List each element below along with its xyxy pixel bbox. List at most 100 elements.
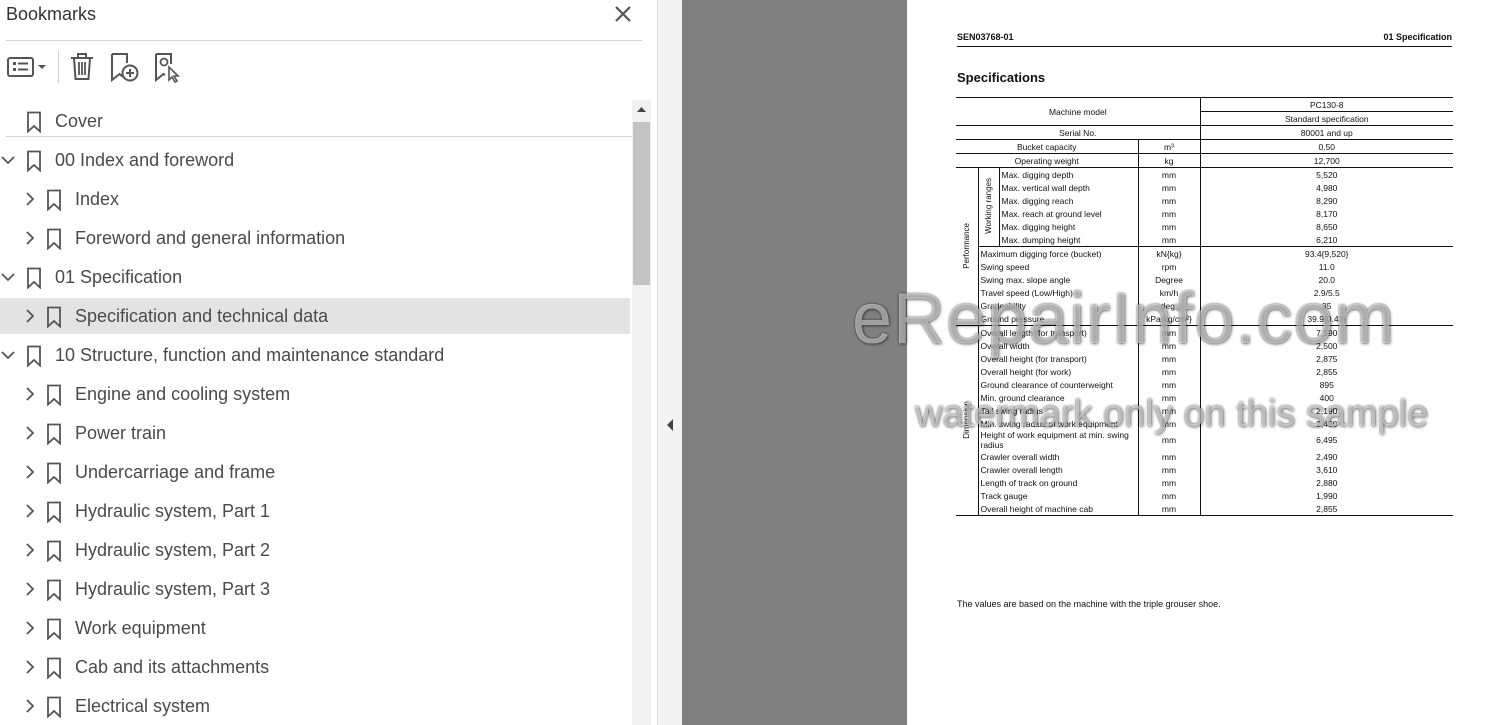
chevron-down-icon[interactable]	[0, 269, 16, 285]
bookmark-icon	[47, 579, 61, 601]
options-button[interactable]	[6, 51, 48, 83]
chevron-down-icon[interactable]	[0, 347, 16, 363]
spec-item: Swing speed	[978, 260, 1139, 273]
chevron-right-icon[interactable]	[22, 503, 38, 519]
bookmarks-header: Bookmarks	[0, 0, 657, 41]
bookmark-item[interactable]: 10 Structure, function and maintenance s…	[0, 337, 632, 373]
serial-value: 80001 and up	[1200, 125, 1454, 140]
chevron-right-icon[interactable]	[22, 698, 38, 714]
bookmark-item[interactable]: Hydraulic system, Part 3	[0, 571, 632, 607]
spec-item: Crawler overall width	[978, 450, 1139, 463]
chevron-down-icon[interactable]	[0, 152, 16, 168]
panel-splitter[interactable]	[658, 0, 682, 725]
bookmark-icon	[47, 462, 61, 484]
doc-title: Specifications	[957, 70, 1046, 85]
bookmark-item[interactable]: Index	[0, 181, 632, 217]
bookmark-item[interactable]: Electrical system	[0, 688, 632, 724]
bookmark-icon	[47, 306, 61, 328]
chevron-right-icon[interactable]	[22, 464, 38, 480]
bookmark-icon	[27, 111, 41, 133]
bookmark-label: Hydraulic system, Part 3	[75, 579, 271, 599]
spec-unit: mm	[1138, 181, 1201, 194]
chevron-right-icon[interactable]	[22, 425, 38, 441]
spec-value: 6,210	[1200, 233, 1454, 247]
spec-value: 895	[1319, 379, 1334, 390]
trash-icon	[71, 53, 93, 80]
table-row: Max. vertical wall depth mm 4,980	[956, 181, 1453, 194]
chevron-right-icon[interactable]	[22, 542, 38, 558]
bookmark-item[interactable]: Foreword and general information	[0, 220, 632, 256]
spec-unit: mm	[1138, 220, 1201, 233]
bookmark-item[interactable]: Specification and technical data	[0, 298, 632, 334]
spec-value: 11.0	[1318, 261, 1335, 272]
chevron-right-icon[interactable]	[22, 230, 38, 246]
spec-value: 8,170	[1316, 208, 1338, 219]
table-row: Max. digging height mm 8,650	[956, 220, 1453, 233]
bookmark-icon	[47, 657, 61, 679]
chevron-right-icon[interactable]	[22, 386, 38, 402]
collapse-panel-icon[interactable]	[664, 417, 676, 433]
scroll-up-icon[interactable]	[632, 100, 651, 120]
add-bookmark-button[interactable]	[108, 51, 142, 83]
standard-spec-label: Standard specification	[1200, 111, 1454, 126]
spec-unit: kN{kg}	[1138, 246, 1201, 260]
bookmark-item[interactable]: Engine and cooling system	[0, 376, 632, 412]
chevron-right-icon[interactable]	[22, 659, 38, 675]
chevron-right-icon[interactable]	[22, 620, 38, 636]
chevron-right-icon[interactable]	[22, 308, 38, 324]
machine-model-label: Machine model	[956, 97, 1201, 126]
bookmark-icon	[47, 696, 61, 718]
bookmark-item[interactable]: Hydraulic system, Part 1	[0, 493, 632, 529]
spec-value: 2,490	[1316, 451, 1338, 462]
close-icon[interactable]	[612, 3, 634, 25]
bookmark-item[interactable]: Work equipment	[0, 610, 632, 646]
bookmark-label: Power train	[75, 423, 167, 443]
spec-unit: mm	[1138, 463, 1201, 476]
bookmark-label: Cab and its attachments	[75, 657, 270, 677]
spec-unit: mm	[1138, 233, 1201, 247]
bookmark-item[interactable]: Cover	[0, 103, 632, 139]
bookmark-item[interactable]: 00 Index and foreword	[0, 142, 632, 178]
scrollbar-thumb[interactable]	[633, 122, 650, 285]
bookmarks-toolbar	[0, 41, 657, 137]
bookmark-item[interactable]: Cab and its attachments	[0, 649, 632, 685]
bookmark-icon	[47, 228, 61, 250]
watermark-text: watermark only on this sample	[915, 393, 1429, 435]
spec-unit: m³	[1138, 139, 1201, 154]
bookmark-item[interactable]: Undercarriage and frame	[0, 454, 632, 490]
spec-unit: mm	[1138, 489, 1201, 502]
spec-item: Max. vertical wall depth	[999, 181, 1139, 194]
bookmark-icon	[27, 345, 41, 367]
serial-label: Serial No.	[956, 125, 1201, 140]
spec-item: Maximum digging force (bucket)	[978, 246, 1139, 260]
delete-bookmark-button[interactable]	[68, 51, 98, 83]
find-bookmark-button[interactable]	[152, 51, 186, 84]
bookmark-icon	[47, 501, 61, 523]
add-bookmark-icon	[111, 53, 139, 83]
chevron-right-icon[interactable]	[22, 191, 38, 207]
spec-item: Overall height (for work)	[978, 365, 1139, 378]
header-rule	[957, 46, 1452, 47]
bookmark-item[interactable]: Hydraulic system, Part 2	[0, 532, 632, 568]
spec-unit: mm	[1138, 194, 1201, 207]
spec-item: Bucket capacity	[956, 139, 1139, 154]
spec-item: Ground clearance of counterweight	[978, 378, 1139, 391]
spec-value: 2,855	[1316, 366, 1338, 377]
bookmark-icon	[47, 540, 61, 562]
bookmark-label: Index	[75, 189, 120, 209]
bookmark-label: 10 Structure, function and maintenance s…	[55, 345, 445, 365]
bookmark-icon	[47, 618, 61, 640]
spec-value: 0.50	[1200, 139, 1454, 154]
toolbar-separator	[58, 51, 59, 83]
table-row: Max. dumping height mm 6,210	[956, 233, 1454, 247]
table-row: Length of track on ground mm 2,880	[956, 476, 1453, 489]
chevron-right-icon[interactable]	[22, 581, 38, 597]
bookmark-item[interactable]: Power train	[0, 415, 632, 451]
spec-value: 12,700	[1200, 153, 1454, 168]
scrollbar[interactable]	[632, 100, 651, 725]
bookmark-item[interactable]: 01 Specification	[0, 259, 632, 295]
table-row: Operating weight kg 12,700	[956, 153, 1454, 168]
table-row: Bucket capacity m³ 0.50	[956, 139, 1454, 154]
table-row: Ground clearance of counterweight mm 895	[956, 378, 1453, 391]
working-ranges-label: Working ranges	[978, 167, 1000, 247]
